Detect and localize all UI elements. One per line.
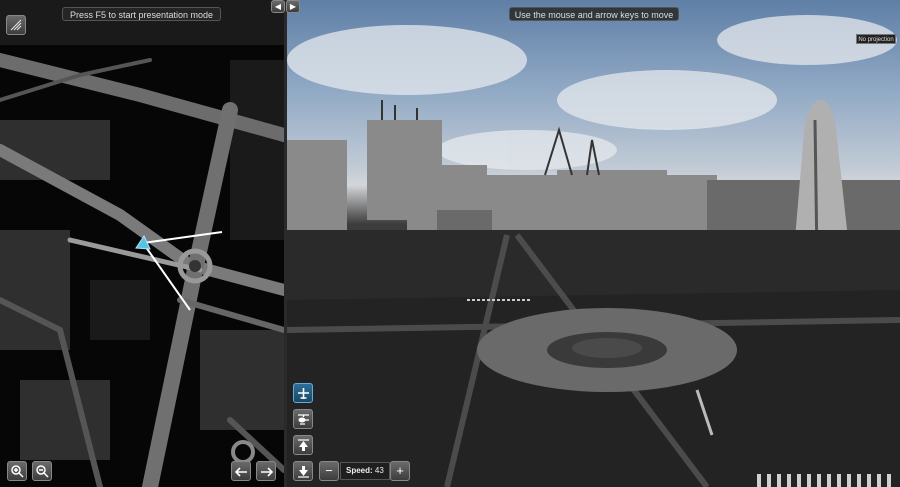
arrow-up-icon — [298, 439, 309, 451]
arrow-left-icon — [235, 467, 247, 477]
zoom-in-icon — [11, 465, 24, 478]
zoom-out-button[interactable] — [32, 461, 52, 481]
helicopter-icon — [298, 414, 309, 425]
layers-icon — [10, 19, 22, 31]
ascend-button[interactable] — [293, 435, 313, 455]
presentation-mode-banner: Press F5 to start presentation mode — [62, 7, 221, 21]
navigation-hint-banner: Use the mouse and arrow keys to move — [509, 7, 679, 21]
map-panel[interactable] — [0, 0, 284, 487]
speed-display: Speed: 43 — [340, 462, 390, 480]
rotate-left-button[interactable] — [231, 461, 251, 481]
overview-map[interactable] — [0, 0, 284, 487]
descend-button[interactable] — [293, 461, 313, 481]
expand-right-button[interactable]: ▶ — [286, 0, 300, 13]
projection-badge[interactable]: No projection — [856, 34, 896, 44]
rotate-right-button[interactable] — [256, 461, 276, 481]
airplane-icon — [298, 388, 309, 399]
app-window: Press F5 to start presentation mode Use … — [0, 0, 900, 487]
layers-button[interactable] — [6, 15, 26, 35]
zoom-out-icon — [36, 465, 49, 478]
arrow-down-icon — [298, 466, 309, 478]
helicopter-mode-button[interactable] — [293, 409, 313, 429]
arrow-right-icon — [261, 467, 273, 477]
fly-mode-button[interactable] — [293, 383, 313, 403]
speed-increase-button[interactable]: + — [390, 461, 410, 481]
collapse-left-button[interactable]: ◀ — [271, 0, 285, 13]
speed-label: Speed: — [346, 466, 373, 475]
3d-viewport[interactable] — [287, 0, 900, 487]
speed-value: 43 — [374, 466, 384, 475]
speed-decrease-button[interactable]: − — [319, 461, 339, 481]
zoom-in-button[interactable] — [7, 461, 27, 481]
